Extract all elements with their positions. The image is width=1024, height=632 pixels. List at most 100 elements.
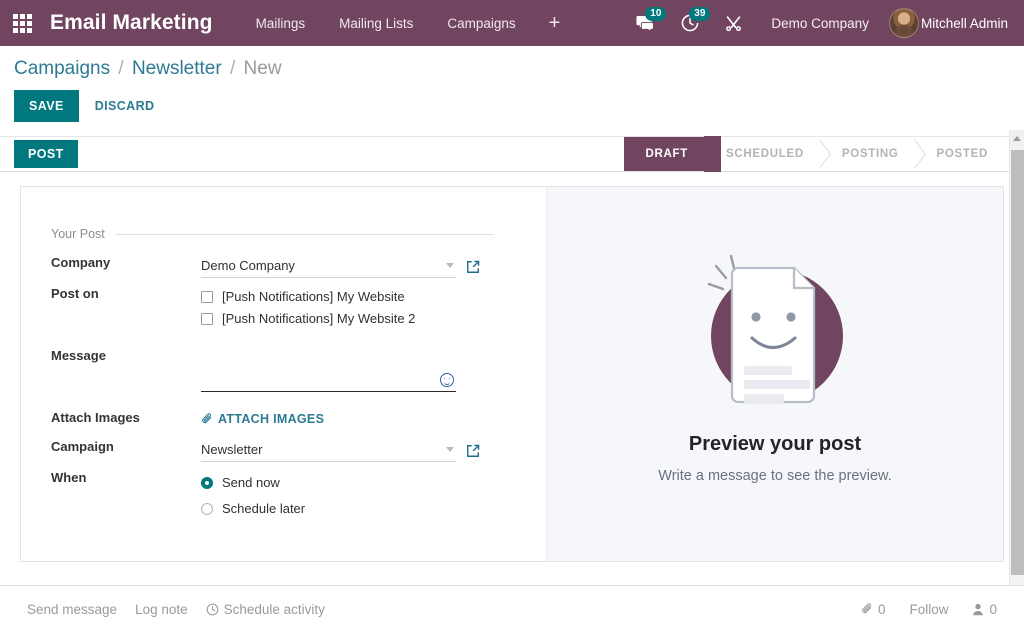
campaign-label: Campaign	[51, 435, 201, 466]
company-value: Demo Company	[201, 258, 446, 273]
attach-images-label: Attach Images	[51, 396, 201, 435]
navbar-menu: Mailings Mailing Lists Campaigns +	[239, 0, 577, 46]
preview-subtitle: Write a message to see the preview.	[658, 468, 891, 484]
followers-count: 0	[989, 602, 997, 617]
attach-images-button[interactable]: ATTACH IMAGES	[201, 407, 324, 431]
send-message-button[interactable]: Send message	[18, 598, 126, 621]
company-external-link-button[interactable]	[466, 260, 480, 274]
navbar-right: 10 39 Demo Company Mitchell Admin	[623, 0, 1024, 46]
scrollbar-thumb[interactable]	[1011, 150, 1024, 575]
messages-button[interactable]: 10	[623, 0, 668, 46]
external-link-icon	[466, 444, 480, 458]
user-menu[interactable]: Mitchell Admin	[885, 8, 1014, 38]
breadcrumb-item-current: New	[244, 58, 282, 79]
chevron-down-icon[interactable]	[446, 447, 454, 452]
campaign-input[interactable]: Newsletter	[201, 439, 456, 462]
post-on-option[interactable]: [Push Notifications] My Website	[201, 286, 501, 308]
when-label: When	[51, 466, 201, 526]
follow-button[interactable]: Follow	[900, 598, 957, 621]
vertical-scrollbar[interactable]	[1009, 130, 1024, 585]
clock-icon	[206, 603, 219, 616]
nav-item-campaigns[interactable]: Campaigns	[430, 0, 532, 46]
paperclip-icon	[201, 413, 213, 425]
breadcrumb-item-campaigns[interactable]: Campaigns	[14, 58, 110, 79]
checkbox-my-website[interactable]	[201, 291, 213, 303]
field-row-post-on: Post on [Push Notifications] My Website …	[51, 282, 501, 334]
user-icon	[972, 603, 984, 616]
sheet-container: Your Post Company Demo Company	[0, 172, 1024, 576]
chevron-up-icon	[1013, 136, 1021, 141]
field-row-when: When Send now Schedule later	[51, 466, 501, 526]
top-navbar: Email Marketing Mailings Mailing Lists C…	[0, 0, 1024, 46]
status-pipeline: DRAFT SCHEDULED POSTING POSTED	[624, 137, 1024, 171]
field-row-message: Message	[51, 334, 501, 396]
nav-item-add[interactable]: +	[533, 0, 577, 46]
avatar	[889, 8, 919, 38]
schedule-activity-button[interactable]: Schedule activity	[197, 598, 334, 621]
log-note-button[interactable]: Log note	[126, 598, 197, 621]
post-on-option[interactable]: [Push Notifications] My Website 2	[201, 308, 501, 330]
company-label: Company	[51, 251, 201, 282]
form-section-title: Your Post	[51, 227, 546, 241]
field-row-company: Company Demo Company	[51, 251, 501, 282]
section-divider	[115, 234, 494, 235]
navbar-left: Email Marketing Mailings Mailing Lists C…	[0, 0, 576, 46]
radio-send-now[interactable]	[201, 477, 213, 489]
status-stage-posting[interactable]: POSTING	[820, 137, 915, 171]
scroll-up-button[interactable]	[1010, 130, 1024, 146]
when-option-schedule-later[interactable]: Schedule later	[201, 496, 501, 522]
when-option-label: Schedule later	[222, 501, 305, 516]
attachments-counter[interactable]: 0	[852, 598, 895, 621]
company-input[interactable]: Demo Company	[201, 255, 456, 278]
when-option-label: Send now	[222, 475, 280, 490]
followers-counter[interactable]: 0	[963, 598, 1006, 621]
app-brand-title: Email Marketing	[44, 11, 239, 35]
message-label: Message	[51, 334, 201, 396]
save-button[interactable]: SAVE	[14, 90, 79, 122]
active-company-selector[interactable]: Demo Company	[755, 16, 885, 31]
post-on-label: Post on	[51, 282, 201, 334]
breadcrumb: Campaigns / Newsletter / New	[0, 58, 1024, 86]
attach-images-button-label: ATTACH IMAGES	[218, 412, 324, 426]
nav-item-mailings[interactable]: Mailings	[239, 0, 323, 46]
paperclip-icon	[861, 603, 873, 615]
post-on-option-label: [Push Notifications] My Website	[222, 289, 405, 304]
field-row-attach-images: Attach Images ATTACH IMAGES	[51, 396, 501, 435]
apps-grid-icon	[13, 14, 32, 33]
campaign-value: Newsletter	[201, 442, 446, 457]
nav-item-mailing-lists[interactable]: Mailing Lists	[322, 0, 430, 46]
record-action-buttons: SAVE DISCARD	[0, 86, 1024, 136]
apps-menu-toggle[interactable]	[0, 0, 44, 46]
breadcrumb-item-newsletter[interactable]: Newsletter	[132, 58, 222, 79]
status-bar: POST DRAFT SCHEDULED POSTING POSTED	[0, 136, 1024, 172]
when-option-send-now[interactable]: Send now	[201, 470, 501, 496]
smiley-emoji-icon[interactable]	[440, 373, 454, 387]
document-smiley-illustration	[685, 244, 865, 419]
checkbox-my-website-2[interactable]	[201, 313, 213, 325]
post-button[interactable]: POST	[14, 140, 78, 168]
attachments-count: 0	[878, 602, 886, 617]
external-link-icon	[466, 260, 480, 274]
record-sheet: Your Post Company Demo Company	[20, 186, 1004, 562]
activities-button[interactable]: 39	[668, 0, 712, 46]
activities-badge: 39	[689, 7, 710, 21]
wrench-tools-icon	[725, 15, 742, 32]
status-stage-draft[interactable]: DRAFT	[624, 137, 704, 171]
breadcrumb-separator: /	[227, 58, 238, 79]
discard-button[interactable]: DISCARD	[87, 90, 163, 122]
radio-schedule-later[interactable]	[201, 503, 213, 515]
debug-tools-button[interactable]	[712, 0, 755, 46]
breadcrumb-separator: /	[115, 58, 126, 79]
preview-title: Preview your post	[689, 433, 861, 456]
messages-badge: 10	[645, 7, 666, 21]
post-form: Your Post Company Demo Company	[21, 187, 546, 561]
campaign-external-link-button[interactable]	[466, 444, 480, 458]
user-name-label: Mitchell Admin	[921, 16, 1008, 31]
control-panel: Campaigns / Newsletter / New SAVE DISCAR…	[0, 46, 1024, 136]
status-stage-posted[interactable]: POSTED	[915, 137, 1005, 171]
post-on-option-label: [Push Notifications] My Website 2	[222, 311, 415, 326]
status-stage-scheduled[interactable]: SCHEDULED	[704, 137, 820, 171]
message-input[interactable]	[201, 348, 456, 392]
chevron-down-icon[interactable]	[446, 263, 454, 268]
chatter-right-tools: 0 Follow 0	[852, 598, 1006, 621]
